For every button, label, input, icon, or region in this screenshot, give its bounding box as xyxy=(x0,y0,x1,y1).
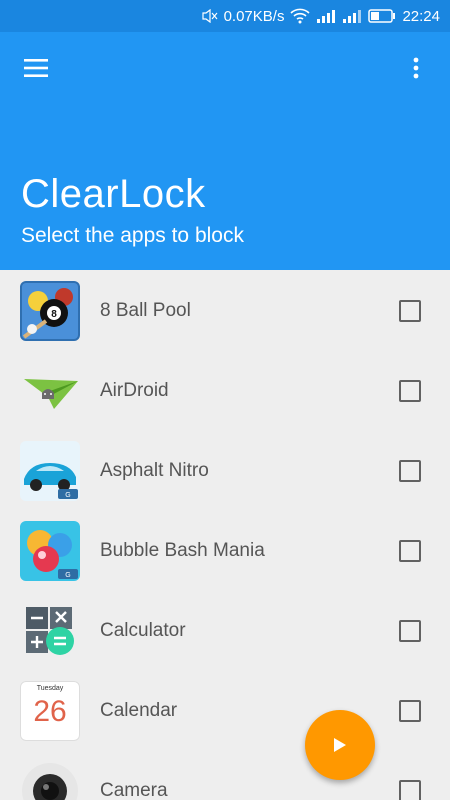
app-name: Bubble Bash Mania xyxy=(100,540,265,561)
calculator-icon xyxy=(20,601,80,661)
app-row-airdroid[interactable]: AirDroid xyxy=(0,350,450,430)
overflow-menu-button[interactable] xyxy=(396,48,436,88)
mute-icon xyxy=(201,9,218,23)
app-row-bubble-bash-mania[interactable]: G Bubble Bash Mania xyxy=(0,510,450,590)
play-icon xyxy=(334,738,346,752)
8-ball-pool-icon: 8 xyxy=(20,281,80,341)
app-title: ClearLock xyxy=(21,172,206,216)
hamburger-icon xyxy=(24,59,48,77)
app-checkbox[interactable] xyxy=(399,380,421,402)
wifi-icon xyxy=(290,8,311,24)
app-row-calendar[interactable]: Tuesday 26 Calendar xyxy=(0,670,450,750)
app-name: Calendar xyxy=(100,700,178,721)
app-checkbox[interactable] xyxy=(399,300,421,322)
network-speed: 0.07KB/s xyxy=(223,7,285,25)
status-bar: 0.07KB/s 22:24 xyxy=(0,0,450,32)
signal-icon xyxy=(316,8,336,24)
more-vert-icon xyxy=(413,57,419,79)
app-name: Asphalt Nitro xyxy=(100,460,209,481)
app-name: AirDroid xyxy=(100,380,169,401)
app-bar: ClearLock Select the apps to block xyxy=(0,32,450,270)
bubble-bash-mania-icon: G xyxy=(20,521,80,581)
3g-signal-icon xyxy=(342,8,362,24)
app-checkbox[interactable] xyxy=(399,780,421,800)
app-name: Calculator xyxy=(100,620,186,641)
battery-icon xyxy=(368,9,396,23)
app-row-camera[interactable]: Camera xyxy=(0,750,450,800)
app-checkbox[interactable] xyxy=(399,540,421,562)
app-name: Camera xyxy=(100,780,168,800)
app-checkbox[interactable] xyxy=(399,620,421,642)
app-row-calculator[interactable]: Calculator xyxy=(0,590,450,670)
app-name: 8 Ball Pool xyxy=(100,300,191,321)
calendar-weekday: Tuesday xyxy=(36,685,64,692)
calendar-day: 26 xyxy=(33,695,67,728)
start-fab-button[interactable] xyxy=(305,710,375,780)
app-list: 8 8 Ball Pool AirDroid G Asphalt Nitro G… xyxy=(0,270,450,800)
camera-icon xyxy=(20,761,80,800)
app-subtitle: Select the apps to block xyxy=(21,224,244,247)
app-row-asphalt-nitro[interactable]: G Asphalt Nitro xyxy=(0,430,450,510)
calendar-icon: Tuesday 26 xyxy=(20,681,80,741)
app-checkbox[interactable] xyxy=(399,700,421,722)
airdroid-icon xyxy=(20,361,80,421)
svg-text:G: G xyxy=(65,492,70,499)
svg-text:8: 8 xyxy=(51,309,57,320)
app-checkbox[interactable] xyxy=(399,460,421,482)
app-row-8-ball-pool[interactable]: 8 8 Ball Pool xyxy=(0,270,450,350)
menu-button[interactable] xyxy=(14,48,58,88)
clock: 22:24 xyxy=(402,7,440,25)
svg-text:G: G xyxy=(65,572,70,579)
asphalt-nitro-icon: G xyxy=(20,441,80,501)
